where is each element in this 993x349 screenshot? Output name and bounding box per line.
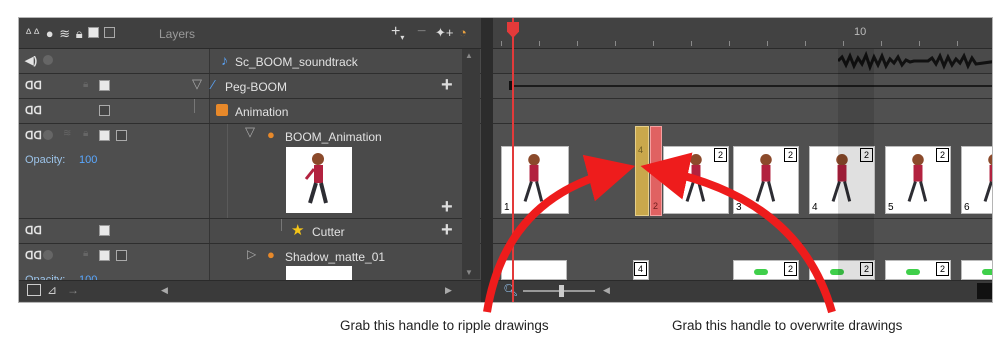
ripple-caption: Grab this handle to ripple drawings <box>340 318 549 333</box>
annotation-arrows <box>483 152 836 314</box>
overwrite-caption: Grab this handle to overwrite drawings <box>672 318 903 333</box>
ripple-arrow <box>483 154 636 313</box>
overwrite-arrow <box>640 152 836 314</box>
